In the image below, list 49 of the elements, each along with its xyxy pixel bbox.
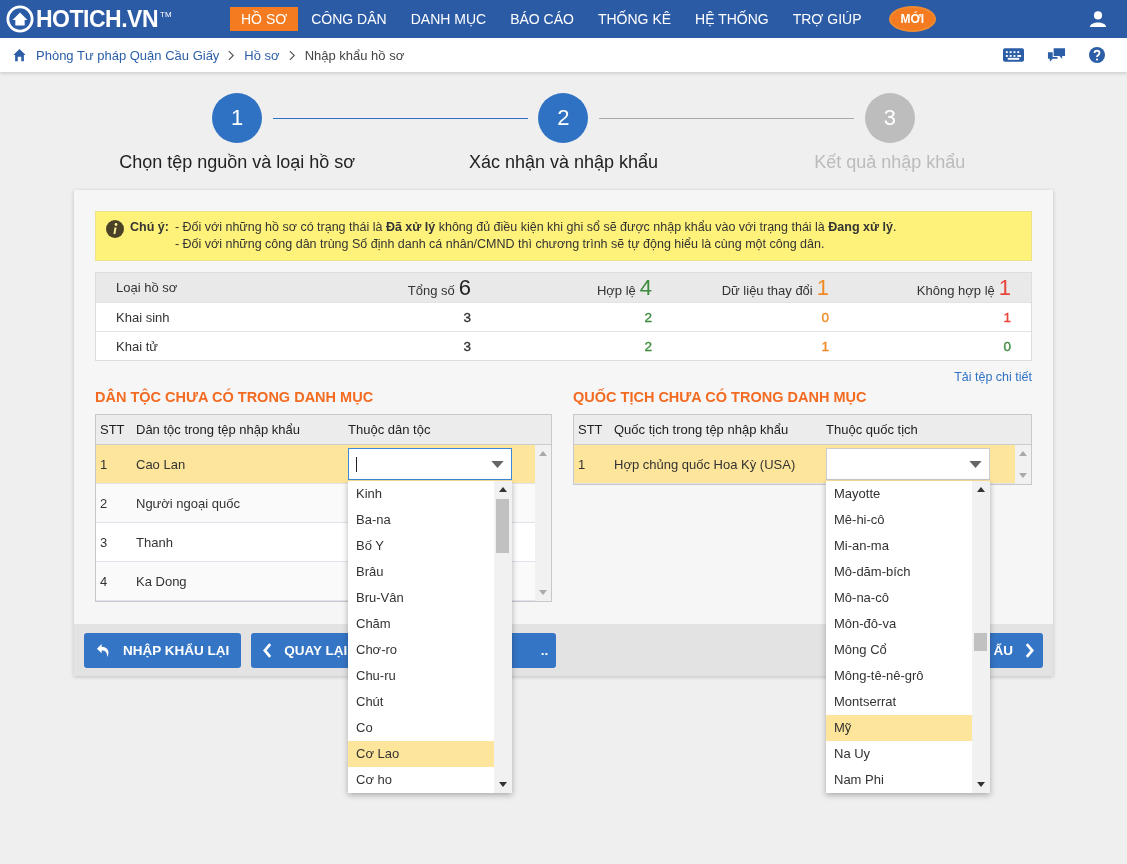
table-cell-text: Cao Lan (135, 456, 187, 472)
breadcrumb-current: Nhập khẩu hồ sơ (304, 47, 405, 63)
table-cell-text: 1 (577, 456, 587, 472)
table-cell-text: Người ngoại quốc (135, 495, 241, 511)
column-header: Quốc tịch trong tệp nhập khẩu (613, 422, 790, 437)
table-cell-text: Thanh (135, 534, 174, 550)
column-header: STT (99, 422, 126, 437)
column-header: Không hợp lệ (916, 282, 995, 298)
table-cell-text: 2 (99, 495, 109, 511)
table-cell: 3 (463, 338, 471, 354)
table-cell-text: 1 (99, 456, 109, 472)
column-header: Dân tộc trong tệp nhập khẩu (135, 422, 302, 437)
table-cell-text: Ka Dong (135, 573, 188, 589)
step-label: Chọn tệp nguồn và loại hồ sơ (119, 152, 356, 173)
table-cell: Khai tử (116, 338, 158, 354)
table-cell: 2 (644, 309, 652, 325)
table-cell-text: Hợp chủng quốc Hoa Kỳ (USA) (613, 456, 797, 472)
section-title: DÂN TỘC CHƯA CÓ TRONG DANH MỤC (95, 389, 375, 405)
table-cell: 1 (1003, 309, 1011, 325)
table-cell: Khai sinh (116, 309, 170, 325)
column-header: Tổng số (407, 282, 455, 298)
logo-text: HOTICH.VN (36, 5, 158, 33)
step-number: 3 (864, 93, 915, 143)
column-header: STT (577, 422, 604, 437)
column-header: Dữ liệu thay đổi (721, 282, 813, 298)
table-cell: 0 (1003, 338, 1011, 354)
notice-text: - Đối với những công dân trùng Số định danh cá nhân/CMND thì chương trình sẽ tự động hiểu là cùng một công dân. (174, 237, 826, 251)
step-number: 1 (212, 93, 263, 143)
column-header: Hợp lệ (596, 282, 636, 298)
notice-title: Chú ý: (130, 220, 169, 234)
total-count: 4 (639, 274, 652, 301)
new-badge: MỚI (890, 8, 935, 30)
column-header: Thuộc dân tộc (347, 422, 432, 437)
total-count: 1 (816, 274, 829, 301)
table-cell: 3 (463, 309, 471, 325)
table-cell: 0 (821, 309, 829, 325)
total-count: 6 (458, 274, 471, 301)
table-cell-text: 3 (99, 534, 109, 550)
notice-text: - Đối với những hồ sơ có trạng thái là Đã xử lý không đủ điều kiện khi ghi sổ sẽ được nhập khẩu vào với trạng thái là Đang xử lý. (174, 220, 897, 234)
section-title: QUỐC TỊCH CHƯA CÓ TRONG DANH MỤC (573, 389, 868, 405)
step-number: 2 (538, 93, 589, 143)
table-cell: 1 (821, 338, 829, 354)
column-header: Thuộc quốc tịch (825, 422, 919, 437)
column-header: Loại hồ sơ (115, 280, 179, 295)
trademark-mark: TM (160, 10, 172, 19)
total-count: 1 (998, 274, 1011, 301)
step-label: Xác nhận và nhập khẩu (468, 152, 659, 173)
table-cell: 2 (644, 338, 652, 354)
table-cell-text: 4 (99, 573, 109, 589)
